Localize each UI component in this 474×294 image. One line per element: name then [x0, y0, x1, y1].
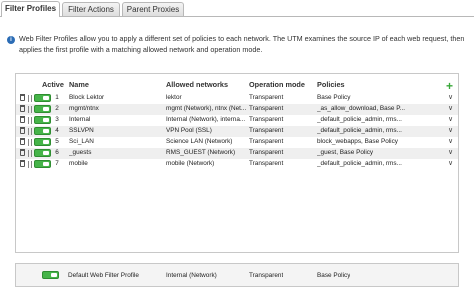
- policies: block_webapps, Base Policy: [317, 138, 398, 145]
- chevron-down-icon[interactable]: ∨: [448, 159, 453, 167]
- table-row[interactable]: 4 SSLVPN VPN Pool (SSL) Transparent _default…: [16, 126, 458, 137]
- profile-name[interactable]: Internal: [69, 116, 161, 123]
- info-icon: i: [7, 36, 15, 44]
- profile-name[interactable]: Block Lektor: [69, 94, 161, 101]
- operation-mode: Transparent: [249, 94, 284, 101]
- column-header-mode[interactable]: Operation mode: [249, 80, 305, 89]
- drag-handle-icon[interactable]: [28, 117, 32, 124]
- info-text: Web Filter Profiles allow you to apply a…: [19, 34, 465, 54]
- column-header-policies[interactable]: Policies: [317, 80, 345, 89]
- chevron-down-icon[interactable]: ∨: [448, 137, 453, 145]
- table-row[interactable]: 7 mobile mobile (Network) Transparent _defau…: [16, 159, 458, 170]
- active-toggle[interactable]: [34, 127, 51, 135]
- allowed-networks: Science LAN (Network): [166, 138, 233, 145]
- add-icon[interactable]: +: [446, 80, 453, 92]
- chevron-down-icon[interactable]: ∨: [448, 126, 453, 134]
- table-header: Active Name Allowed networks Operation m…: [16, 77, 458, 92]
- tab-filter-profiles[interactable]: Filter Profiles: [1, 1, 60, 17]
- profile-name[interactable]: SSLVPN: [69, 127, 161, 134]
- active-toggle[interactable]: [34, 149, 51, 157]
- operation-mode: Transparent: [249, 149, 284, 156]
- trash-icon[interactable]: [20, 149, 25, 156]
- drag-handle-icon[interactable]: [28, 106, 32, 113]
- column-header-active[interactable]: Active: [42, 80, 64, 89]
- chevron-down-icon[interactable]: ∨: [448, 104, 453, 112]
- column-header-name[interactable]: Name: [69, 80, 89, 89]
- policies: _as_allow_download, Base P...: [317, 105, 405, 112]
- chevron-down-icon[interactable]: ∨: [448, 115, 453, 123]
- profile-name[interactable]: _guests: [69, 149, 161, 156]
- table-row[interactable]: 5 Sci_LAN Science LAN (Network) Transparent…: [16, 137, 458, 148]
- row-number: 6: [55, 149, 59, 156]
- operation-mode: Transparent: [249, 127, 284, 134]
- allowed-networks: Internal (Network), interna...: [166, 116, 246, 123]
- active-toggle[interactable]: [34, 160, 51, 168]
- profiles-table: Active Name Allowed networks Operation m…: [15, 73, 459, 253]
- default-profile-name: Default Web Filter Profile: [68, 272, 139, 279]
- row-number: 2: [55, 105, 59, 112]
- row-number: 1: [55, 94, 59, 101]
- chevron-down-icon[interactable]: ∨: [448, 93, 453, 101]
- operation-mode: Transparent: [249, 105, 284, 112]
- trash-icon[interactable]: [20, 160, 25, 167]
- operation-mode: Transparent: [249, 138, 284, 145]
- policies: _default_policie_admin, rms...: [317, 116, 402, 123]
- allowed-networks: VPN Pool (SSL): [166, 127, 212, 134]
- active-toggle[interactable]: [34, 105, 51, 113]
- allowed-networks: lektor: [166, 94, 182, 101]
- default-profile-mode: Transparent: [249, 272, 284, 279]
- allowed-networks: RMS_GUEST (Network): [166, 149, 236, 156]
- table-row[interactable]: 2 mgmt/ntnx mgmt (Network), ntnx (Net... Tr…: [16, 104, 458, 115]
- drag-handle-icon[interactable]: [28, 161, 32, 168]
- policies: _default_policie_admin, rms...: [317, 127, 402, 134]
- tab-divider: [0, 16, 474, 17]
- trash-icon[interactable]: [20, 116, 25, 123]
- table-row[interactable]: 3 Internal Internal (Network), interna... T…: [16, 115, 458, 126]
- default-profile-toggle[interactable]: [42, 271, 59, 279]
- profile-name[interactable]: Sci_LAN: [69, 138, 161, 145]
- column-header-networks[interactable]: Allowed networks: [166, 80, 228, 89]
- drag-handle-icon[interactable]: [28, 150, 32, 157]
- tab-parent-proxies[interactable]: Parent Proxies: [122, 2, 184, 16]
- tab-bar: Filter Profiles Filter Actions Parent Pr…: [0, 0, 474, 17]
- trash-icon[interactable]: [20, 105, 25, 112]
- row-number: 5: [55, 138, 59, 145]
- profile-name[interactable]: mobile: [69, 160, 161, 167]
- trash-icon[interactable]: [20, 94, 25, 101]
- allowed-networks: mgmt (Network), ntnx (Net...: [166, 105, 246, 112]
- drag-handle-icon[interactable]: [28, 128, 32, 135]
- row-number: 4: [55, 127, 59, 134]
- operation-mode: Transparent: [249, 116, 284, 123]
- policies: _guest, Base Policy: [317, 149, 374, 156]
- default-profile-row: Default Web Filter Profile Internal (Net…: [15, 263, 459, 287]
- allowed-networks: mobile (Network): [166, 160, 215, 167]
- table-row[interactable]: 1 Block Lektor lektor Transparent Base Polic…: [16, 93, 458, 104]
- profile-name[interactable]: mgmt/ntnx: [69, 105, 161, 112]
- chevron-down-icon[interactable]: ∨: [448, 148, 453, 156]
- tab-filter-actions[interactable]: Filter Actions: [62, 2, 120, 16]
- trash-icon[interactable]: [20, 127, 25, 134]
- default-profile-networks: Internal (Network): [166, 272, 217, 279]
- active-toggle[interactable]: [34, 94, 51, 102]
- row-number: 3: [55, 116, 59, 123]
- drag-handle-icon[interactable]: [28, 139, 32, 146]
- policies: _default_policie_admin, rms...: [317, 160, 402, 167]
- policies: Base Policy: [317, 94, 351, 101]
- active-toggle[interactable]: [34, 116, 51, 124]
- operation-mode: Transparent: [249, 160, 284, 167]
- table-row[interactable]: 6 _guests RMS_GUEST (Network) Transparent _g…: [16, 148, 458, 159]
- trash-icon[interactable]: [20, 138, 25, 145]
- drag-handle-icon[interactable]: [28, 95, 32, 102]
- active-toggle[interactable]: [34, 138, 51, 146]
- row-number: 7: [55, 160, 59, 167]
- default-profile-policies: Base Policy: [317, 272, 351, 279]
